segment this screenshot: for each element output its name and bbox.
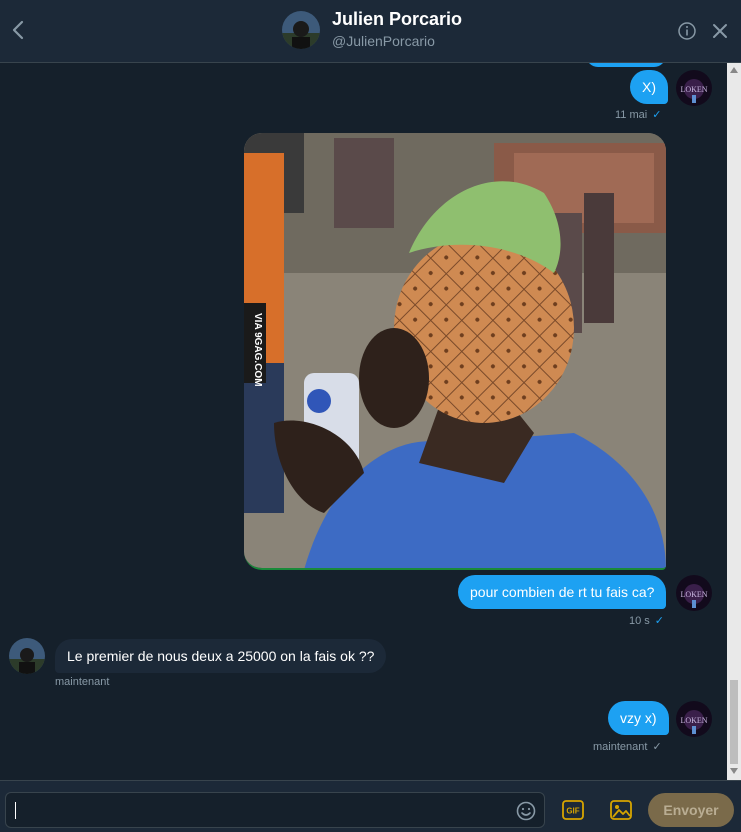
contact-avatar[interactable] <box>282 11 320 49</box>
image-watermark: VIA 9GAG.COM <box>252 313 263 387</box>
contact-name: Julien Porcario <box>332 9 463 29</box>
message-image[interactable]: VIA 9GAG.COM <box>244 133 666 570</box>
text-caret <box>15 802 16 819</box>
svg-text:LOKEN: LOKEN <box>680 716 707 725</box>
image-icon[interactable] <box>609 799 633 821</box>
conversation-header: Julien Porcario @JulienPorcario <box>0 0 741 63</box>
scrollbar[interactable] <box>727 63 741 780</box>
message-timestamp: 10 s <box>629 615 650 627</box>
own-avatar[interactable]: LOKEN <box>676 575 712 611</box>
previous-message-bubble <box>586 63 666 67</box>
read-check-icon: ✓ <box>652 109 662 121</box>
svg-text:LOKEN: LOKEN <box>680 85 707 94</box>
svg-text:LOKEN: LOKEN <box>680 590 707 599</box>
own-avatar[interactable]: LOKEN <box>676 701 712 737</box>
close-icon[interactable] <box>710 21 730 41</box>
message-timestamp: maintenant <box>593 741 648 753</box>
message-meta: maintenant ✓ <box>593 740 662 753</box>
sent-check-icon: ✓ <box>652 741 662 753</box>
message-input[interactable] <box>5 792 545 828</box>
back-arrow-icon[interactable] <box>8 17 30 43</box>
message-meta: 10 s ✓ <box>629 614 664 627</box>
own-avatar[interactable]: LOKEN <box>676 70 712 106</box>
message-meta: 11 mai ✓ <box>615 108 661 121</box>
message-bubble-outgoing[interactable]: X) <box>630 70 668 104</box>
emoji-icon[interactable] <box>515 800 537 822</box>
message-bubble-outgoing[interactable]: pour combien de rt tu fais ca? <box>458 575 667 609</box>
scroll-down-arrow-icon[interactable] <box>730 768 738 774</box>
message-timestamp: maintenant <box>55 676 110 688</box>
contact-handle: @JulienPorcario <box>332 33 435 49</box>
read-check-icon: ✓ <box>654 615 665 627</box>
contact-avatar[interactable] <box>9 638 45 674</box>
message-list[interactable]: X) LOKEN 11 mai ✓ VIA 9GAG.COM pour comb… <box>0 63 727 780</box>
scrollbar-thumb[interactable] <box>730 680 738 764</box>
message-timestamp: 11 mai <box>615 109 648 121</box>
gif-label: GIF <box>566 807 579 816</box>
info-icon[interactable] <box>677 21 697 41</box>
send-button[interactable]: Envoyer <box>648 793 734 827</box>
scroll-up-arrow-icon[interactable] <box>730 67 738 73</box>
message-bubble-incoming[interactable]: Le premier de nous deux a 25000 on la fa… <box>55 639 387 673</box>
message-bubble-outgoing[interactable]: vzy x) <box>608 701 669 735</box>
message-composer: GIF Envoyer <box>0 780 741 832</box>
gif-icon[interactable]: GIF <box>562 799 584 821</box>
